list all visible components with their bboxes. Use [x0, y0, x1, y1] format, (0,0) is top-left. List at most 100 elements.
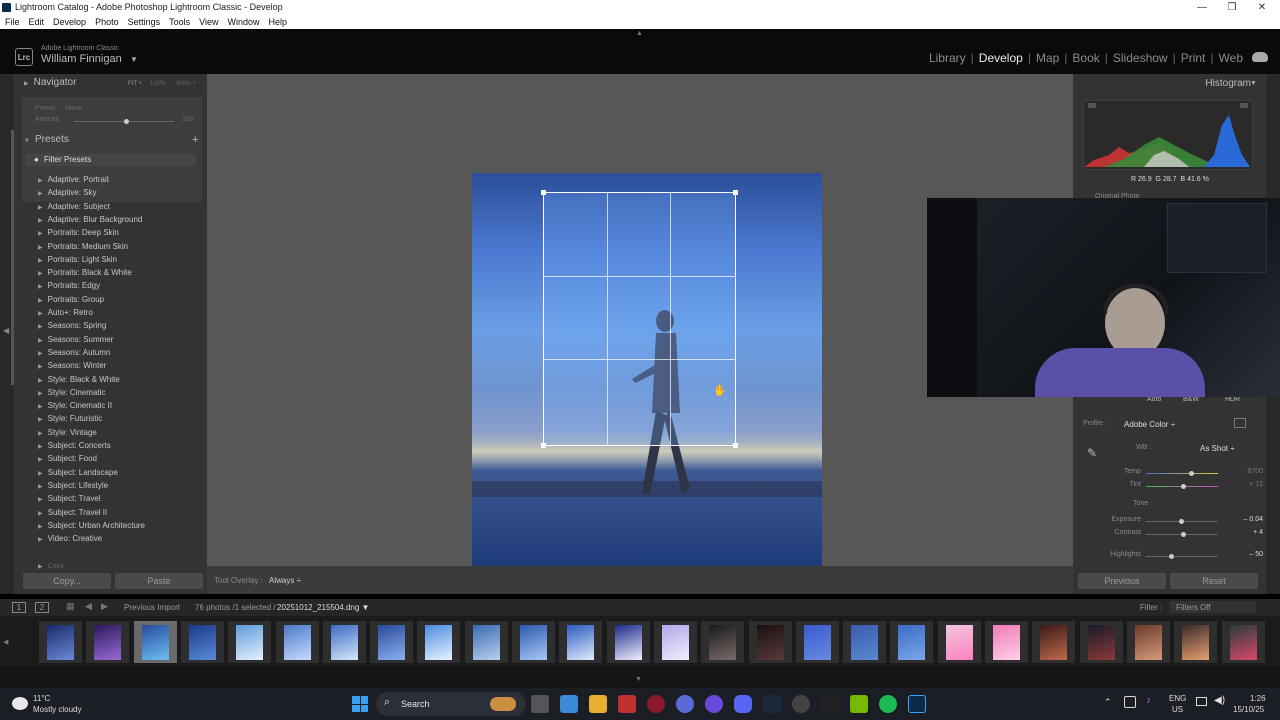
crop-handle-br[interactable] [733, 443, 738, 448]
navigator-header[interactable]: ▶ Navigator FIT ÷ 100% 300% ÷ [24, 77, 207, 95]
filmstrip-thumbnail[interactable] [653, 621, 697, 663]
highlights-value[interactable]: – 50 [1223, 551, 1263, 558]
preset-group[interactable]: ▶ Adaptive: Blur Background [38, 215, 142, 224]
taskbar-search[interactable]: ⌕ Search [376, 692, 526, 716]
filmstrip-thumbnail[interactable] [559, 621, 603, 663]
back-arrow-icon[interactable]: ◀ [85, 601, 92, 612]
lang-region[interactable]: US [1172, 705, 1183, 714]
menu-view[interactable]: View [194, 15, 222, 29]
spotify-icon[interactable] [879, 695, 897, 713]
reset-button[interactable]: Reset [1170, 573, 1258, 589]
contrast-slider[interactable] [1146, 532, 1218, 537]
secondary-window-button[interactable]: 2 [35, 602, 49, 613]
collapse-filmstrip-icon[interactable]: ▼ [635, 676, 642, 683]
weather-cloud-icon[interactable] [12, 697, 28, 710]
widgets-icon[interactable] [560, 695, 578, 713]
module-library[interactable]: Library [924, 51, 971, 65]
obs-icon[interactable] [705, 695, 723, 713]
preset-group[interactable]: ▶ Auto+: Retro [38, 308, 93, 317]
filmstrip-thumbnail[interactable] [1174, 621, 1218, 663]
presets-header[interactable]: ▼ Presets + [24, 134, 207, 152]
preset-group[interactable]: ▶ Seasons: Autumn [38, 348, 110, 357]
profile-browser-icon[interactable] [1234, 418, 1246, 428]
module-slideshow[interactable]: Slideshow [1108, 51, 1173, 65]
preset-group[interactable]: ▶ Subject: Travel [38, 494, 101, 503]
auto-button[interactable]: Auto [1147, 396, 1161, 403]
menu-help[interactable]: Help [264, 15, 292, 29]
tray-twitch-icon[interactable]: ♪ [1146, 695, 1151, 706]
filmstrip-thumbnail[interactable] [1126, 621, 1170, 663]
preset-group[interactable]: ▶ Video: Creative [38, 534, 102, 543]
task-view-icon[interactable] [531, 695, 549, 713]
preset-group[interactable]: ▶ Portraits: Black & White [38, 268, 132, 277]
preset-group[interactable]: ▶ Subject: Landscape [38, 468, 118, 477]
opera-icon[interactable] [647, 695, 665, 713]
crop-overlay[interactable] [541, 190, 738, 448]
preset-group[interactable]: ▶ Style: Futuristic [38, 414, 102, 423]
close-button[interactable]: ✕ [1247, 0, 1277, 15]
tint-slider-knob[interactable] [1181, 484, 1187, 489]
temp-slider[interactable] [1146, 471, 1218, 476]
preset-group[interactable]: ▶ Adaptive: Portrait [38, 175, 109, 184]
maximize-button[interactable]: ❐ [1217, 0, 1247, 15]
eyedropper-icon[interactable]: ✎ [1087, 446, 1097, 460]
module-develop[interactable]: Develop [974, 51, 1028, 65]
filmstrip-thumbnail[interactable] [133, 621, 177, 663]
filmstrip-thumbnail[interactable] [417, 621, 461, 663]
filmstrip-thumbnail[interactable] [1221, 621, 1265, 663]
filmstrip-thumbnail[interactable] [890, 621, 934, 663]
filmstrip-thumbnail[interactable] [228, 621, 272, 663]
exposure-slider[interactable] [1146, 519, 1218, 524]
settings-gear-icon[interactable] [792, 695, 810, 713]
steam-icon[interactable] [763, 695, 781, 713]
module-web[interactable]: Web [1214, 51, 1248, 65]
hdr-button[interactable]: HDR [1225, 396, 1240, 403]
filmstrip-thumbnail[interactable] [843, 621, 887, 663]
menu-window[interactable]: Window [223, 15, 264, 29]
file-explorer-icon[interactable] [589, 695, 607, 713]
photo-preview[interactable]: ✋ [472, 173, 822, 566]
browser-icon[interactable] [676, 695, 694, 713]
minimize-button[interactable]: — [1187, 0, 1217, 15]
histogram[interactable] [1083, 100, 1253, 170]
preset-group[interactable]: ▶ Portraits: Deep Skin [38, 228, 119, 237]
volume-icon[interactable]: ◀) [1214, 695, 1225, 706]
filmstrip-thumbnail[interactable] [180, 621, 224, 663]
profile-select[interactable]: Adobe Color ÷ [1124, 420, 1175, 429]
filmstrip-thumbnail[interactable] [985, 621, 1028, 663]
filmstrip-thumbnail[interactable] [1079, 621, 1123, 663]
preset-group[interactable]: ▶ Seasons: Summer [38, 335, 113, 344]
highlight-clipping-icon[interactable] [1240, 103, 1248, 111]
preset-group[interactable]: ▶ Subject: Travel II [38, 508, 107, 517]
contrast-slider-knob[interactable] [1180, 532, 1186, 537]
current-file-name[interactable]: 20251012_215504.dng ▼ [277, 603, 369, 612]
filmstrip-thumbnail[interactable] [39, 621, 82, 663]
paste-button[interactable]: Paste [115, 573, 203, 589]
zoom-300-option[interactable]: 300% ÷ [176, 81, 196, 87]
primary-window-button[interactable]: 1 [12, 602, 26, 613]
crop-handle-tl[interactable] [541, 190, 546, 195]
highlights-slider[interactable] [1146, 554, 1218, 559]
tray-overflow-icon[interactable]: ⌃ [1104, 697, 1112, 708]
nvidia-icon[interactable] [850, 695, 868, 713]
filmstrip-thumbnail[interactable] [937, 621, 981, 663]
wb-select[interactable]: As Shot ÷ [1200, 444, 1235, 453]
filmstrip-thumbnail[interactable] [701, 621, 745, 663]
preset-group[interactable]: ▶ Portraits: Light Skin [38, 255, 117, 264]
user-name[interactable]: William Finnigan [41, 53, 122, 65]
contrast-value[interactable]: + 4 [1223, 529, 1263, 536]
lightroom-taskbar-icon[interactable] [908, 695, 926, 713]
previous-button[interactable]: Previous [1078, 573, 1166, 589]
preset-group[interactable]: ▶ Seasons: Winter [38, 361, 106, 370]
menu-photo[interactable]: Photo [90, 15, 123, 29]
filmstrip-thumbnail[interactable] [275, 621, 319, 663]
shadow-clipping-icon[interactable] [1088, 103, 1096, 111]
exposure-slider-knob[interactable] [1179, 519, 1185, 524]
chevron-down-icon[interactable]: ▼ [130, 55, 138, 64]
menu-settings[interactable]: Settings [123, 15, 165, 29]
preset-group[interactable]: ▶ Subject: Urban Architecture [38, 521, 145, 530]
copy-button[interactable]: Copy... [23, 573, 111, 589]
filmstrip-thumbnail[interactable] [370, 621, 414, 663]
cloud-sync-icon[interactable] [1252, 52, 1268, 62]
triangle-down-icon[interactable]: ▼ [1250, 80, 1257, 87]
